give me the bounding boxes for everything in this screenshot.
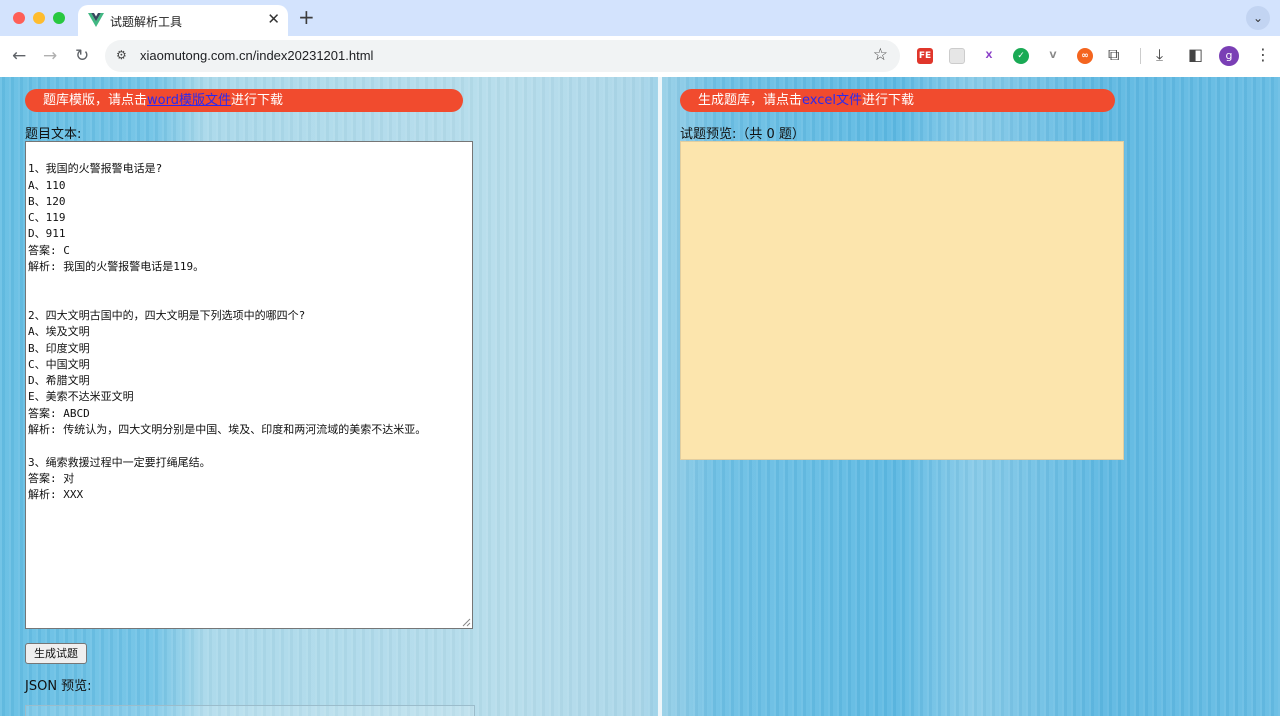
- question-textarea[interactable]: 1、我国的火警报警电话是? A、110 B、120 C、119 D、911 答案…: [25, 141, 473, 629]
- address-bar[interactable]: ⚙ xiaomutong.com.cn/index20231201.html ☆: [105, 40, 900, 72]
- x-extension-icon[interactable]: X: [981, 48, 997, 64]
- word-template-link[interactable]: word模版文件: [147, 93, 231, 108]
- toolbar-divider: [1140, 48, 1141, 64]
- forward-arrow-icon[interactable]: →: [43, 46, 57, 66]
- close-window-button[interactable]: [13, 12, 25, 24]
- column-divider: [658, 77, 662, 716]
- side-panel-icon[interactable]: ◧: [1188, 45, 1203, 65]
- excel-download-banner: 生成题库，请点击excel文件进行下载: [680, 89, 1115, 112]
- resize-grip-icon[interactable]: [462, 618, 471, 627]
- blank-extension-icon[interactable]: [949, 48, 965, 64]
- url-text[interactable]: xiaomutong.com.cn/index20231201.html: [140, 48, 373, 63]
- download-icon[interactable]: ⤓: [1156, 45, 1163, 65]
- maximize-window-button[interactable]: [53, 12, 65, 24]
- json-preview-box: [25, 705, 475, 716]
- minimize-window-button[interactable]: [33, 12, 45, 24]
- excel-file-link[interactable]: excel文件: [802, 93, 862, 108]
- json-preview-label: JSON 预览:: [25, 679, 92, 694]
- check-extension-icon[interactable]: ✓: [1013, 48, 1029, 64]
- tab-bar: 试题解析工具 ✕ + ⌄: [0, 0, 1280, 36]
- banner-suffix: 进行下载: [230, 93, 283, 108]
- bookmark-star-icon[interactable]: ☆: [873, 45, 888, 65]
- menu-kebab-icon[interactable]: ⋮: [1255, 45, 1271, 65]
- site-info-icon[interactable]: ⚙: [116, 48, 127, 62]
- question-preview-box: [680, 141, 1124, 460]
- extensions-puzzle-icon[interactable]: ⧉: [1108, 45, 1119, 65]
- page-content: 题库模版，请点击word模版文件进行下载 题目文本: 1、我国的火警报警电话是?…: [0, 77, 1280, 716]
- generate-questions-button[interactable]: 生成试题: [25, 643, 87, 664]
- vue-favicon-icon: [88, 13, 104, 27]
- fe-extension-icon[interactable]: FE: [917, 48, 933, 64]
- browser-tab-active[interactable]: 试题解析工具 ✕: [78, 5, 288, 36]
- banner-prefix: 生成题库，请点击: [698, 93, 803, 108]
- infinity-extension-icon[interactable]: ∞: [1077, 48, 1093, 64]
- question-preview-label: 试题预览:（共 0 题）: [680, 127, 805, 142]
- back-arrow-icon[interactable]: ←: [12, 46, 26, 66]
- browser-toolbar: ← → ↻ ⚙ xiaomutong.com.cn/index20231201.…: [0, 36, 1280, 78]
- banner-suffix: 进行下载: [862, 93, 915, 108]
- tab-close-icon[interactable]: ✕: [267, 10, 280, 28]
- question-text-label: 题目文本:: [25, 127, 82, 142]
- tab-search-button[interactable]: ⌄: [1246, 6, 1270, 30]
- reload-icon[interactable]: ↻: [75, 46, 89, 66]
- vue-extension-icon[interactable]: V: [1045, 48, 1061, 64]
- banner-prefix: 题库模版，请点击: [43, 93, 148, 108]
- new-tab-button[interactable]: +: [298, 6, 315, 28]
- tab-title: 试题解析工具: [110, 15, 183, 29]
- template-download-banner: 题库模版，请点击word模版文件进行下载: [25, 89, 463, 112]
- profile-avatar[interactable]: g: [1219, 46, 1239, 66]
